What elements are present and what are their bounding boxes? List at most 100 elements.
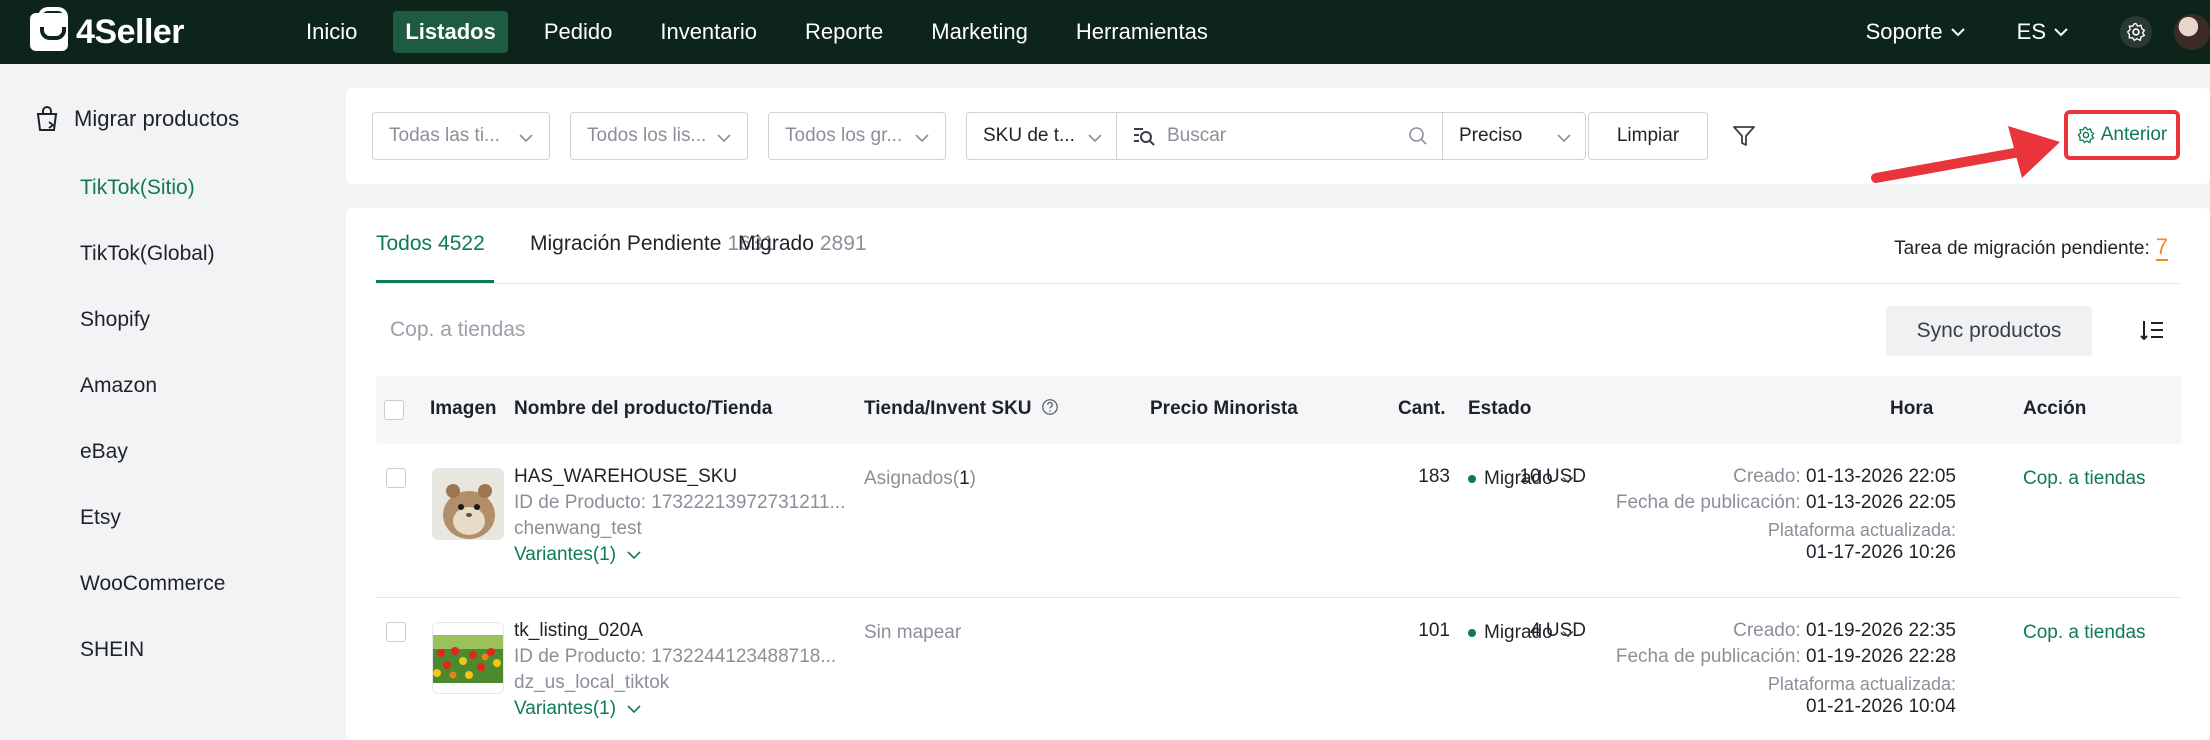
sidebar-item-tiktok-sitio[interactable]: TikTok(Sitio) (80, 176, 195, 200)
sku-type-select[interactable]: SKU de t... (967, 113, 1117, 159)
published-label: Fecha de publicación: (1615, 646, 1801, 667)
sidebar-item-shein[interactable]: SHEIN (80, 638, 144, 662)
column-header-qty: Cant. (1398, 398, 1446, 419)
quantity: 183 (1418, 466, 1450, 487)
nav-item-pedido[interactable]: Pedido (532, 11, 625, 53)
created-label: Creado: (1733, 466, 1801, 487)
store-select[interactable]: Todas las ti... (372, 112, 550, 160)
column-header-image: Imagen (430, 398, 497, 419)
search-input[interactable]: Buscar (1117, 113, 1443, 159)
previous-version-button[interactable]: Anterior (2064, 110, 2180, 160)
variants-toggle[interactable]: Variantes(1) (514, 698, 641, 720)
chevron-down-icon (2054, 24, 2068, 40)
chevron-down-icon (1088, 127, 1102, 149)
nav-item-marketing[interactable]: Marketing (919, 11, 1040, 53)
column-header-status: Estado (1468, 398, 1532, 419)
tab-label: Migrado (738, 232, 814, 255)
nav-item-listados[interactable]: Listados (393, 11, 508, 53)
support-label: Soporte (1865, 19, 1943, 44)
shopping-bag-icon (30, 7, 68, 51)
sidebar-heading: Migrar productos (34, 106, 239, 132)
tab-todos[interactable]: Todos 4522 (376, 232, 485, 256)
filter-funnel-icon[interactable] (1732, 124, 1756, 154)
platform-updated-value: 01-17-2026 10:26 (1805, 542, 1956, 563)
support-dropdown[interactable]: Soporte (1866, 19, 1965, 45)
inventory-sku-count[interactable]: 1 (959, 468, 970, 489)
brand-logo[interactable]: 4Seller (30, 7, 270, 52)
tab-label: Todos (376, 232, 433, 255)
published-value: 01-19-2026 22:28 (1805, 646, 1956, 667)
status-dot (1468, 474, 1476, 483)
inventory-sku-status: Asignados(1) (864, 468, 976, 490)
product-id: ID de Producto: 1732244123488718... (514, 646, 837, 667)
published-value: 01-13-2026 22:05 (1805, 492, 1956, 513)
column-header-action: Acción (2023, 398, 2087, 419)
product-image[interactable] (432, 622, 504, 694)
nav-item-inventario[interactable]: Inventario (648, 11, 769, 53)
status-tabs: Todos 4522 Migración Pendiente 1631 Migrad… (376, 208, 2180, 284)
tab-migrado[interactable]: Migrado 2891 (738, 232, 867, 256)
product-image[interactable] (432, 468, 504, 540)
sidebar-item-amazon[interactable]: Amazon (80, 374, 157, 398)
listing-select-value: Todos los lis... (587, 125, 707, 146)
chevron-down-icon (627, 551, 641, 560)
active-tab-indicator (376, 280, 494, 283)
settings-button[interactable] (2120, 16, 2152, 48)
sidebar-item-woocommerce[interactable]: WooCommerce (80, 572, 225, 596)
copy-to-stores-button[interactable]: Cop. a tiendas (2023, 622, 2146, 644)
column-header-name: Nombre del producto/Tienda (514, 398, 773, 419)
help-icon[interactable] (1041, 398, 1059, 416)
top-nav: 4Seller Inicio Listados Pedido Inventari… (0, 0, 2210, 64)
table-row: tk_listing_020A ID de Producto: 17322441… (376, 598, 2182, 740)
language-dropdown[interactable]: ES (2017, 19, 2068, 45)
search-icon[interactable] (1408, 126, 1428, 146)
sku-type-value: SKU de t... (983, 125, 1075, 146)
copy-to-stores-bulk-button[interactable]: Cop. a tiendas (390, 318, 525, 342)
language-label: ES (2016, 19, 2046, 44)
nav-item-inicio[interactable]: Inicio (294, 11, 369, 53)
variants-label: Variantes(1) (514, 544, 617, 565)
sidebar-item-tiktok-global[interactable]: TikTok(Global) (80, 242, 215, 266)
copy-to-stores-button[interactable]: Cop. a tiendas (2023, 468, 2146, 490)
inventory-sku-prefix: Asignados( (864, 468, 960, 489)
annotation-arrow (1871, 126, 2060, 183)
chevron-down-icon (717, 127, 731, 149)
search-placeholder: Buscar (1167, 125, 1227, 146)
group-select-value: Todos los gr... (785, 125, 903, 146)
match-mode-select[interactable]: Preciso (1443, 113, 1585, 159)
sidebar-item-shopify[interactable]: Shopify (80, 308, 150, 332)
sync-products-button[interactable]: Sync productos (1886, 306, 2092, 356)
chevron-down-icon (1950, 24, 1965, 40)
product-title: HAS_WAREHOUSE_SKU (514, 466, 738, 487)
sidebar-item-ebay[interactable]: eBay (80, 440, 128, 464)
group-select[interactable]: Todos los gr... (768, 112, 946, 160)
row-checkbox[interactable] (386, 468, 406, 488)
created-value: 01-13-2026 22:05 (1805, 466, 1956, 487)
variants-toggle[interactable]: Variantes(1) (514, 544, 641, 566)
tab-count: 4522 (438, 232, 485, 255)
gear-icon (2077, 126, 2095, 144)
gear-icon (2126, 23, 2146, 42)
listing-select[interactable]: Todos los lis... (570, 112, 748, 160)
tab-label: Migración Pendiente (530, 232, 722, 255)
sidebar: Migrar productos TikTok(Sitio) TikTok(Gl… (0, 64, 346, 740)
product-title: tk_listing_020A (514, 620, 643, 641)
nav-item-herramientas[interactable]: Herramientas (1064, 11, 1220, 53)
variants-label: Variantes(1) (514, 698, 617, 719)
nav-item-reporte[interactable]: Reporte (793, 11, 895, 53)
main-menu: Inicio Listados Pedido Inventario Report… (294, 11, 1244, 53)
column-settings-icon[interactable] (2140, 318, 2164, 348)
column-header-price: Precio Minorista (1150, 398, 1298, 419)
sidebar-heading-label: Migrar productos (74, 106, 240, 131)
clear-button[interactable]: Limpiar (1588, 112, 1708, 160)
sidebar-item-etsy[interactable]: Etsy (80, 506, 121, 530)
pending-task-count[interactable]: 7 (2155, 234, 2168, 261)
store-select-value: Todas las ti... (389, 125, 500, 146)
brand-name: 4Seller (76, 12, 185, 51)
store-name: chenwang_test (514, 518, 642, 539)
row-checkbox[interactable] (386, 622, 406, 642)
inventory-sku-suffix: ) (969, 468, 976, 489)
select-all-checkbox[interactable] (384, 400, 404, 420)
chevron-down-icon (1557, 127, 1571, 149)
user-avatar[interactable] (2174, 14, 2210, 50)
